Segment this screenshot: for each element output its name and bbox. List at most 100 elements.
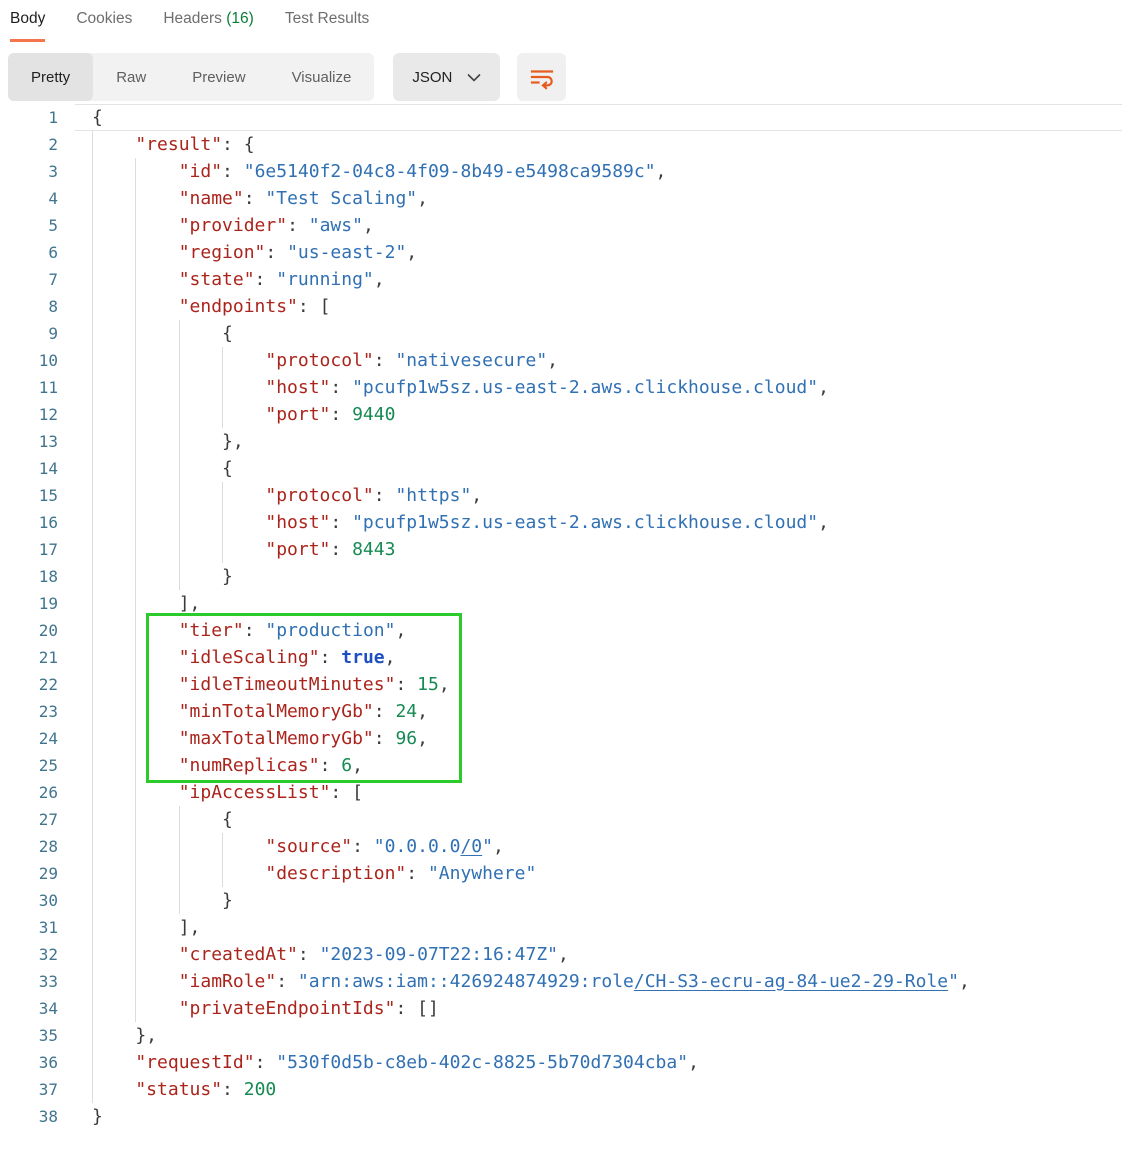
code-line-text: { [75, 455, 1122, 482]
indent-guide [92, 212, 135, 239]
code-line-text: "name": "Test Scaling", [75, 185, 1122, 212]
indent-guide [222, 401, 265, 428]
line-number: 6 [0, 239, 75, 266]
response-body-editor[interactable]: 1{2 "result": {3 "id": "6e5140f2-04c8-4f… [0, 101, 1122, 1130]
indent-guide [135, 617, 178, 644]
code-line: 3 "id": "6e5140f2-04c8-4f09-8b49-e5498ca… [0, 158, 1122, 185]
line-number: 31 [0, 914, 75, 941]
code-line: 14 { [0, 455, 1122, 482]
tab-cookies[interactable]: Cookies [76, 10, 132, 42]
indent-guide [135, 968, 178, 995]
code-line: 24 "maxTotalMemoryGb": 96, [0, 725, 1122, 752]
indent-guide [222, 347, 265, 374]
code-line: 1{ [0, 104, 1122, 131]
line-number: 19 [0, 590, 75, 617]
code-line: 19 ], [0, 590, 1122, 617]
indent-guide [135, 293, 178, 320]
indent-guide [135, 482, 178, 509]
code-line-text: "region": "us-east-2", [75, 239, 1122, 266]
line-number: 32 [0, 941, 75, 968]
indent-guide [92, 995, 135, 1022]
line-number: 26 [0, 779, 75, 806]
indent-guide [135, 536, 178, 563]
line-number: 14 [0, 455, 75, 482]
indent-guide [179, 374, 222, 401]
line-number: 15 [0, 482, 75, 509]
indent-guide [92, 833, 135, 860]
tab-test-results[interactable]: Test Results [285, 10, 369, 42]
code-line: 29 "description": "Anywhere" [0, 860, 1122, 887]
indent-guide [135, 995, 178, 1022]
indent-guide [135, 590, 178, 617]
view-visualize-button[interactable]: Visualize [269, 53, 375, 101]
tab-body-label: Body [10, 10, 45, 27]
line-number: 3 [0, 158, 75, 185]
indent-guide [179, 563, 222, 590]
wrap-lines-button[interactable] [517, 53, 566, 101]
indent-guide [92, 536, 135, 563]
language-select[interactable]: JSON [393, 53, 500, 101]
code-line: 36 "requestId": "530f0d5b-c8eb-402c-8825… [0, 1049, 1122, 1076]
line-number: 33 [0, 968, 75, 995]
code-line-text: "source": "0.0.0.0/0", [75, 833, 1122, 860]
code-line: 25 "numReplicas": 6, [0, 752, 1122, 779]
indent-guide [92, 860, 135, 887]
indent-guide [92, 158, 135, 185]
line-number: 7 [0, 266, 75, 293]
view-raw-button[interactable]: Raw [93, 53, 169, 101]
line-number: 8 [0, 293, 75, 320]
code-line-text: "protocol": "nativesecure", [75, 347, 1122, 374]
code-line-text: "provider": "aws", [75, 212, 1122, 239]
indent-guide [92, 185, 135, 212]
line-number: 17 [0, 536, 75, 563]
line-number: 35 [0, 1022, 75, 1049]
indent-guide [92, 1022, 135, 1049]
code-line-text: ], [75, 914, 1122, 941]
line-number: 37 [0, 1076, 75, 1103]
code-line: 10 "protocol": "nativesecure", [0, 347, 1122, 374]
tab-cookies-label: Cookies [76, 10, 132, 27]
indent-guide [92, 1049, 135, 1076]
code-line: 33 "iamRole": "arn:aws:iam::426924874929… [0, 968, 1122, 995]
code-line: 2 "result": { [0, 131, 1122, 158]
indent-guide [92, 131, 135, 158]
indent-guide [135, 563, 178, 590]
indent-guide [92, 374, 135, 401]
line-number: 18 [0, 563, 75, 590]
code-line-text: "host": "pcufp1w5sz.us-east-2.aws.clickh… [75, 374, 1122, 401]
indent-guide [135, 833, 178, 860]
code-line: 22 "idleTimeoutMinutes": 15, [0, 671, 1122, 698]
indent-guide [92, 914, 135, 941]
indent-guide [92, 266, 135, 293]
indent-guide [135, 185, 178, 212]
code-line-text: "ipAccessList": [ [75, 779, 1122, 806]
indent-guide [92, 941, 135, 968]
code-line-text: "description": "Anywhere" [75, 860, 1122, 887]
indent-guide [92, 779, 135, 806]
line-number: 22 [0, 671, 75, 698]
code-line-text: "result": { [75, 131, 1122, 158]
code-line: 26 "ipAccessList": [ [0, 779, 1122, 806]
line-number: 5 [0, 212, 75, 239]
code-line: 7 "state": "running", [0, 266, 1122, 293]
indent-guide [135, 455, 178, 482]
line-number: 23 [0, 698, 75, 725]
tab-body[interactable]: Body [10, 10, 45, 42]
indent-guide [92, 725, 135, 752]
body-view-toolbar: Pretty Raw Preview Visualize JSON [8, 53, 1122, 101]
code-line: 16 "host": "pcufp1w5sz.us-east-2.aws.cli… [0, 509, 1122, 536]
indent-guide [222, 374, 265, 401]
indent-guide [135, 725, 178, 752]
code-line-text: "requestId": "530f0d5b-c8eb-402c-8825-5b… [75, 1049, 1122, 1076]
line-number: 36 [0, 1049, 75, 1076]
view-preview-button[interactable]: Preview [169, 53, 268, 101]
tab-headers[interactable]: Headers (16) [163, 10, 253, 42]
code-line: 31 ], [0, 914, 1122, 941]
line-number: 4 [0, 185, 75, 212]
indent-guide [135, 860, 178, 887]
indent-guide [222, 860, 265, 887]
indent-guide [92, 320, 135, 347]
code-line-text: "idleScaling": true, [75, 644, 1122, 671]
code-line-text: "protocol": "https", [75, 482, 1122, 509]
view-pretty-button[interactable]: Pretty [8, 53, 93, 101]
